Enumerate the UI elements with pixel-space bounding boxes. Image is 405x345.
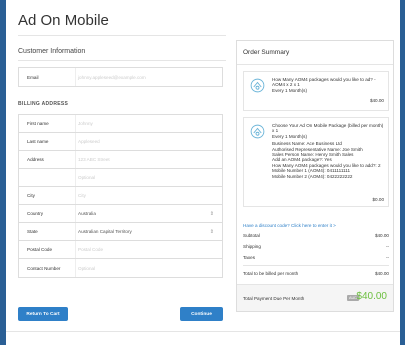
contact-number-label: Contact Number	[27, 265, 61, 271]
first-name-field[interactable]: Johnny	[75, 115, 222, 132]
chevron-right-icon: >	[333, 223, 336, 228]
postal-code-label: Postal Code	[27, 247, 53, 252]
package-icon	[250, 78, 265, 93]
page-title: Ad On Mobile	[18, 12, 109, 29]
item-title: How Many AOM4 packages would you like to…	[272, 77, 376, 88]
city-field[interactable]: City	[75, 187, 222, 204]
last-name-field[interactable]: Appleseed	[75, 133, 222, 150]
package-icon	[250, 124, 265, 139]
country-value: Australia	[78, 211, 96, 216]
divider	[243, 265, 389, 266]
country-label: Country	[27, 211, 44, 216]
item-details: Choose Your Ad On Mobile Package (billed…	[272, 123, 384, 179]
last-name-label: Last name	[27, 139, 49, 144]
first-name-label: First name	[27, 121, 49, 126]
divider	[18, 35, 226, 36]
first-name-row: First name Johnny	[19, 115, 222, 133]
customer-info-heading: Customer Information	[18, 48, 86, 55]
billing-address-heading: BILLING ADDRESS	[18, 101, 69, 107]
item-price: $40.00	[369, 98, 384, 103]
state-value: Australian Capital Territory	[78, 229, 132, 234]
divider	[6, 331, 400, 332]
address-field[interactable]: 123 ABC Street	[75, 151, 222, 168]
customer-form: Email johnny.appleseed@example.com	[18, 67, 223, 87]
postal-code-field[interactable]: Postal Code	[75, 241, 222, 258]
order-summary-panel: Order Summary How Many AOM4 packages wou…	[236, 40, 394, 312]
taxes-value: --	[385, 255, 389, 260]
total-due-amount: $40.00	[356, 291, 387, 302]
country-row: Country Australia ⇕	[19, 205, 222, 223]
shipping-label: Shipping	[243, 244, 261, 249]
monthly-total-label: Total to be billed per month	[243, 271, 299, 276]
city-row: City City	[19, 187, 222, 205]
item-details: How Many AOM4 packages would you like to…	[272, 77, 384, 93]
state-select[interactable]: Australian Capital Territory ⇕	[75, 223, 222, 240]
subtotal-label: Subtotal	[243, 233, 260, 238]
email-row: Email johnny.appleseed@example.com	[19, 68, 222, 86]
state-row: State Australian Capital Territory ⇕	[19, 223, 222, 241]
select-caret-icon: ⇕	[209, 210, 214, 217]
taxes-label: Taxes	[243, 255, 255, 260]
order-item: Choose Your Ad On Mobile Package (billed…	[243, 117, 389, 207]
divider	[237, 64, 393, 65]
address-row: Address 123 ABC Street	[19, 151, 222, 169]
billing-form: First name Johnny Last name Appleseed Ad…	[18, 114, 223, 278]
order-summary-heading: Order Summary	[243, 49, 290, 56]
email-label: Email	[27, 74, 39, 80]
item-title: Choose Your Ad On Mobile Package (billed…	[272, 123, 384, 134]
subtotal-value: $40.00	[374, 233, 389, 238]
select-caret-icon: ⇕	[209, 228, 214, 235]
discount-code-link[interactable]: Have a discount code? Click here to ente…	[243, 223, 336, 228]
divider	[18, 60, 226, 61]
taxes-row: Taxes --	[243, 255, 389, 260]
item-price: $0.00	[372, 197, 385, 202]
address2-row: Optional	[19, 169, 222, 187]
postal-code-row: Postal Code Postal Code	[19, 241, 222, 259]
country-select[interactable]: Australia ⇕	[75, 205, 222, 222]
last-name-row: Last name Appleseed	[19, 133, 222, 151]
email-field[interactable]: johnny.appleseed@example.com	[75, 68, 222, 86]
address2-field[interactable]: Optional	[75, 169, 222, 186]
city-label: City	[27, 193, 35, 198]
discount-code-label: Have a discount code? Click here to ente…	[243, 223, 332, 228]
item-frequency: Every 1 Month(s)	[272, 87, 307, 93]
monthly-total-row: Total to be billed per month $40.00	[243, 271, 389, 276]
item-detail-line: Mobile Number 2 (AOM4): 0422222222	[272, 173, 353, 179]
shipping-value: --	[385, 244, 389, 249]
shipping-row: Shipping --	[243, 244, 389, 249]
total-due-label: Total Payment Due Per Month	[243, 296, 305, 301]
checkout-page: Ad On Mobile Customer Information Email …	[6, 0, 400, 345]
total-due-box: Total Payment Due Per Month AUD $40.00	[237, 284, 393, 311]
return-to-cart-button[interactable]: Return To Cart	[18, 307, 68, 321]
contact-number-row: Contact Number Optional	[19, 259, 222, 277]
state-label: State	[27, 229, 38, 234]
monthly-total-value: $40.00	[374, 271, 389, 276]
order-item: How Many AOM4 packages would you like to…	[243, 71, 389, 111]
contact-number-field[interactable]: Optional	[75, 259, 222, 277]
subtotal-row: Subtotal $40.00	[243, 233, 389, 238]
continue-button[interactable]: Continue	[180, 307, 223, 321]
address-label: Address	[27, 157, 44, 162]
